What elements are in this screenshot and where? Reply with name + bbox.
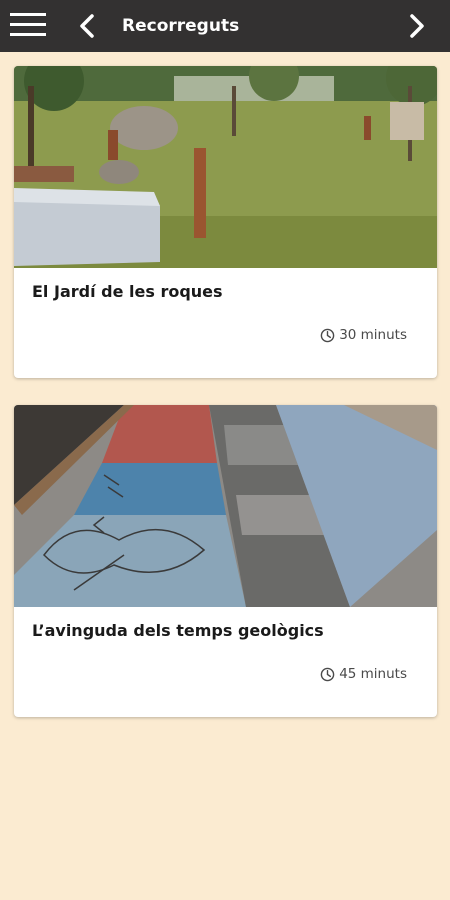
page-title: Recorreguts [122,16,240,36]
route-photo-geological-avenue [14,405,437,607]
route-duration: 30 minuts [320,327,407,343]
route-title: L’avinguda dels temps geològics [32,621,324,640]
chevron-right-icon[interactable] [402,12,430,40]
route-card[interactable]: L’avinguda dels temps geològics 45 minut… [14,405,437,717]
app-bar: Recorreguts [0,0,450,52]
route-duration: 45 minuts [320,666,407,682]
hamburger-menu-icon[interactable] [10,11,46,39]
clock-icon [320,667,335,681]
route-title: El Jardí de les roques [32,282,223,301]
clock-icon [320,328,335,342]
chevron-left-icon[interactable] [74,12,102,40]
route-photo-rock-garden [14,66,437,268]
route-duration-label: 45 minuts [339,666,407,682]
route-duration-label: 30 minuts [339,327,407,343]
route-card[interactable]: El Jardí de les roques 30 minuts [14,66,437,378]
